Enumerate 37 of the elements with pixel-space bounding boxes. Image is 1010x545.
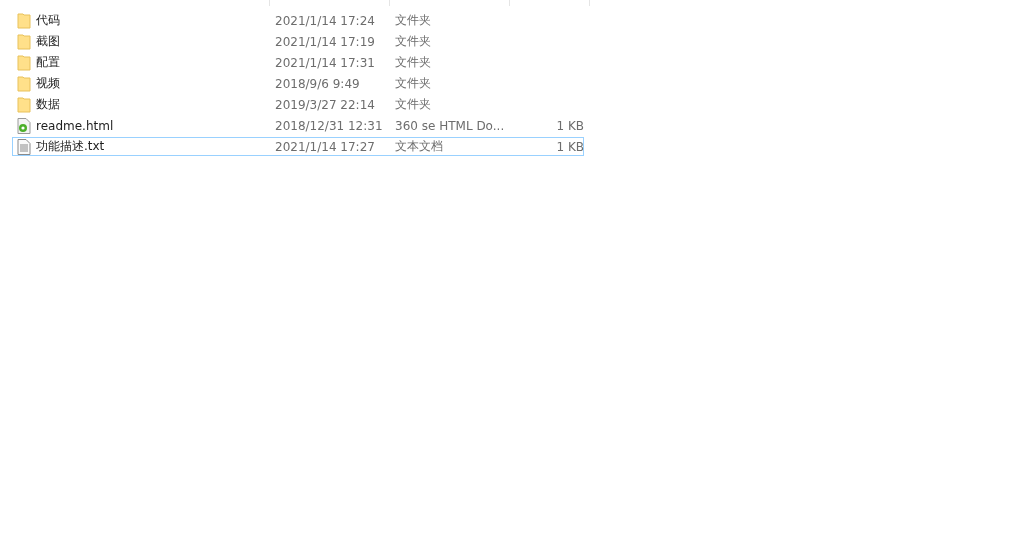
file-row[interactable]: readme.html 2018/12/31 12:31 360 se HTML Do... 1 KB (12, 116, 584, 135)
folder-icon (17, 54, 31, 71)
file-row[interactable]: 截图 2021/1/14 17:19 文件夹 (12, 32, 584, 51)
file-type: 文本文档 (394, 138, 444, 155)
file-row[interactable]: 代码 2021/1/14 17:24 文件夹 (12, 11, 584, 30)
file-type: 360 se HTML Do... (394, 118, 506, 133)
file-type: 文件夹 (394, 96, 432, 113)
modified-date: 2021/1/14 17:31 (274, 55, 376, 70)
file-name: 配置 (36, 54, 60, 71)
file-row[interactable]: 数据 2019/3/27 22:14 文件夹 (12, 95, 584, 114)
file-type: 文件夹 (394, 75, 432, 92)
modified-date: 2018/12/31 12:31 (274, 118, 384, 133)
file-type: 文件夹 (394, 54, 432, 71)
file-name: 视频 (36, 75, 60, 92)
modified-date: 2021/1/14 17:24 (274, 13, 376, 28)
file-row[interactable]: 功能描述.txt 2021/1/14 17:27 文本文档 1 KB (12, 137, 584, 156)
text-file-icon (17, 138, 31, 155)
modified-date: 2021/1/14 17:19 (274, 34, 376, 49)
file-name: readme.html (36, 118, 114, 133)
file-name: 截图 (36, 33, 60, 50)
modified-date: 2019/3/27 22:14 (274, 97, 376, 112)
modified-date: 2021/1/14 17:27 (274, 139, 376, 154)
folder-icon (17, 96, 31, 113)
file-type: 文件夹 (394, 33, 432, 50)
file-size: 1 KB (555, 139, 585, 154)
file-row[interactable]: 视频 2018/9/6 9:49 文件夹 (12, 74, 584, 93)
file-name: 数据 (36, 96, 60, 113)
web-file-icon (17, 117, 31, 134)
file-type: 文件夹 (394, 12, 432, 29)
file-name: 功能描述.txt (36, 138, 105, 155)
file-name: 代码 (36, 12, 60, 29)
folder-icon (17, 12, 31, 29)
file-row[interactable]: 配置 2021/1/14 17:31 文件夹 (12, 53, 584, 72)
folder-icon (17, 75, 31, 92)
folder-icon (17, 33, 31, 50)
modified-date: 2018/9/6 9:49 (274, 76, 361, 91)
file-size: 1 KB (555, 118, 585, 133)
